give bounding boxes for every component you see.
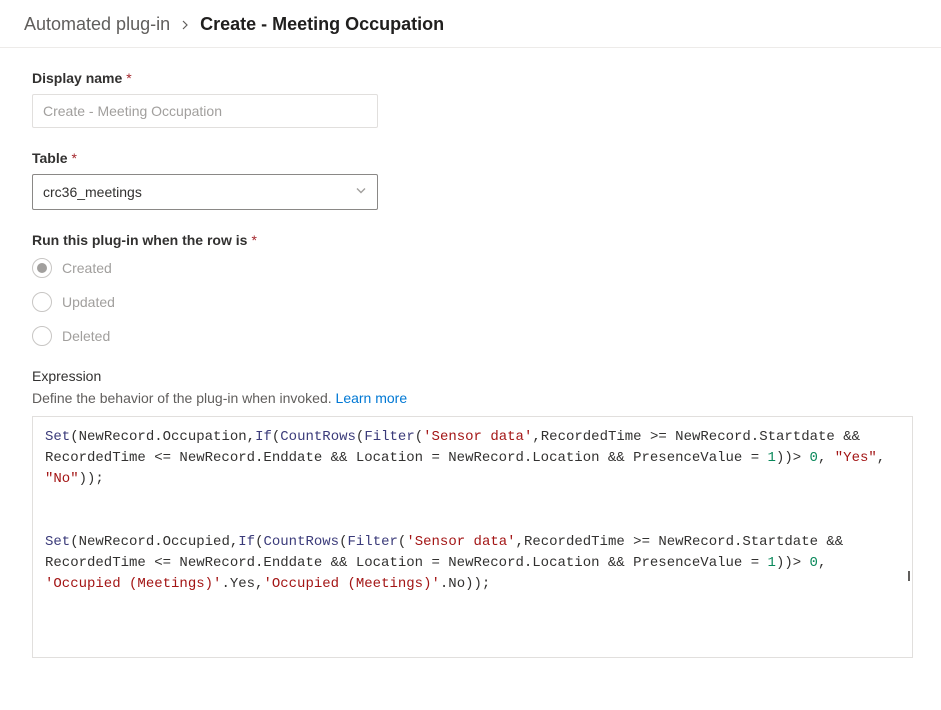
trigger-radio-updated: Updated (32, 292, 913, 312)
form-panel: Display name* Table* crc36_meetings Run … (0, 48, 941, 678)
breadcrumb-parent[interactable]: Automated plug-in (24, 14, 170, 35)
radio-icon (32, 258, 52, 278)
trigger-field: Run this plug-in when the row is* Create… (32, 232, 913, 346)
display-name-input[interactable] (32, 94, 378, 128)
breadcrumb-current: Create - Meeting Occupation (200, 14, 444, 35)
expression-heading: Expression (32, 368, 913, 384)
trigger-radio-deleted: Deleted (32, 326, 913, 346)
radio-icon (32, 326, 52, 346)
chevron-right-icon (180, 17, 190, 33)
breadcrumb: Automated plug-in Create - Meeting Occup… (0, 0, 941, 48)
radio-label-deleted: Deleted (62, 328, 110, 344)
table-select[interactable]: crc36_meetings (32, 174, 378, 210)
display-name-label: Display name* (32, 70, 913, 86)
required-indicator: * (251, 232, 256, 248)
display-name-field: Display name* (32, 70, 913, 128)
required-indicator: * (72, 150, 77, 166)
radio-label-created: Created (62, 260, 112, 276)
learn-more-link[interactable]: Learn more (336, 390, 408, 406)
radio-label-updated: Updated (62, 294, 115, 310)
trigger-label: Run this plug-in when the row is* (32, 232, 913, 248)
trigger-radio-group: Created Updated Deleted (32, 258, 913, 346)
scrollbar-thumb[interactable] (908, 571, 910, 581)
required-indicator: * (126, 70, 131, 86)
expression-editor[interactable]: Set(NewRecord.Occupation,If(CountRows(Fi… (32, 416, 913, 658)
expression-subtext: Define the behavior of the plug-in when … (32, 390, 913, 406)
trigger-radio-created: Created (32, 258, 913, 278)
radio-icon (32, 292, 52, 312)
table-label: Table* (32, 150, 913, 166)
expression-section: Expression Define the behavior of the pl… (32, 368, 913, 658)
table-field: Table* crc36_meetings (32, 150, 913, 210)
